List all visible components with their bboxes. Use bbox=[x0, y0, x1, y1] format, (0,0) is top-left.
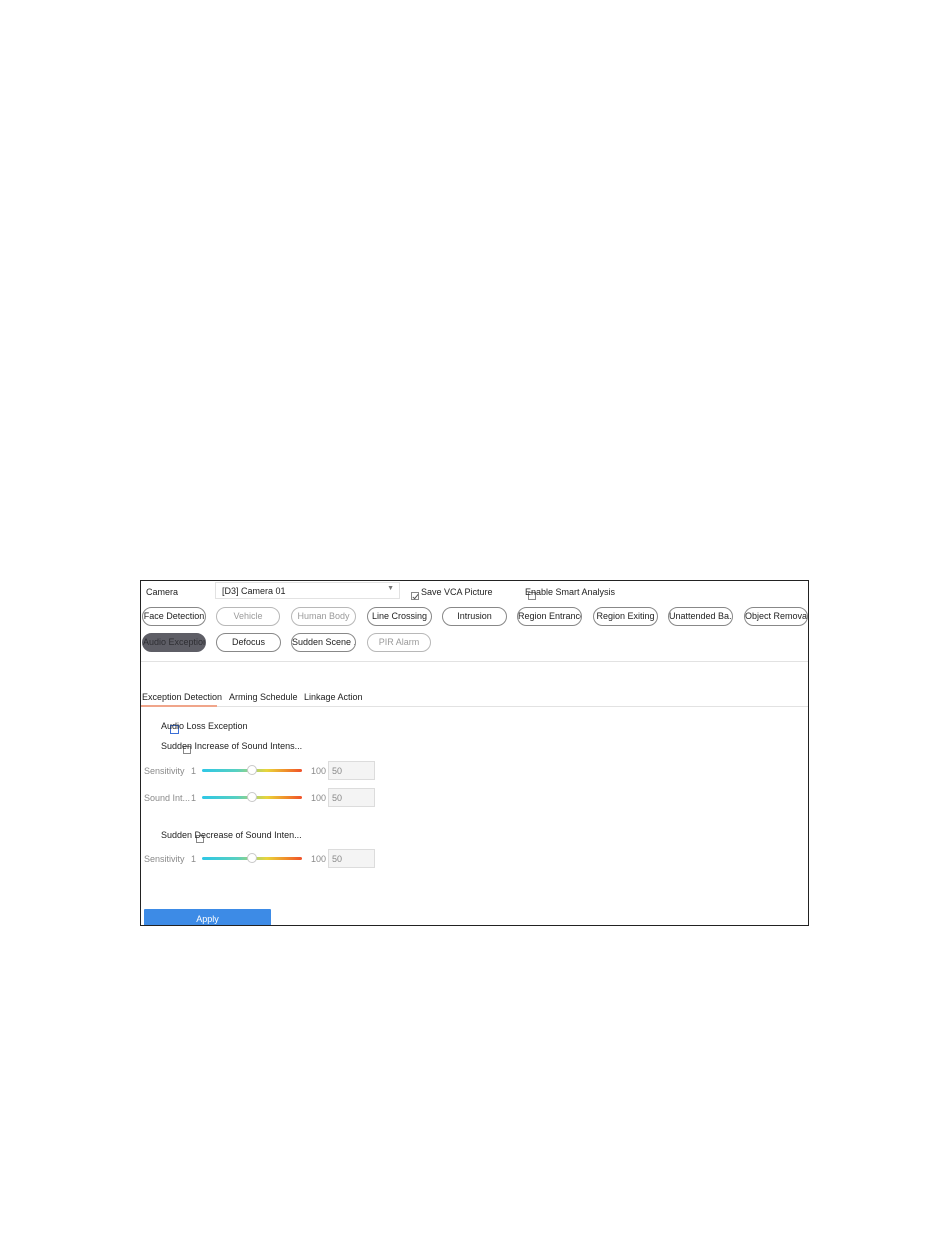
sound-intensity-min: 1 bbox=[191, 793, 197, 803]
sound-intensity-slider-thumb[interactable] bbox=[247, 792, 257, 802]
decrease-sensitivity-slider-thumb[interactable] bbox=[247, 853, 257, 863]
sensitivity-max: 100 bbox=[311, 766, 327, 776]
function-unattended-baggage[interactable]: Unattended Ba... bbox=[668, 607, 733, 626]
sensitivity-slider-thumb[interactable] bbox=[247, 765, 257, 775]
function-vehicle[interactable]: Vehicle bbox=[216, 607, 280, 626]
sensitivity-label: Sensitivity bbox=[144, 854, 185, 864]
function-region-exiting[interactable]: Region Exiting bbox=[593, 607, 658, 626]
sensitivity-label: Sensitivity bbox=[144, 766, 185, 776]
tab-divider bbox=[141, 706, 808, 707]
function-intrusion[interactable]: Intrusion bbox=[442, 607, 507, 626]
active-tab-indicator bbox=[141, 705, 217, 707]
function-line-crossing[interactable]: Line Crossing bbox=[367, 607, 432, 626]
function-object-removal[interactable]: Object Removal bbox=[744, 607, 808, 626]
camera-select-value: [D3] Camera 01 bbox=[222, 586, 286, 596]
tab-arming-schedule[interactable]: Arming Schedule bbox=[229, 692, 298, 702]
sensitivity-max: 100 bbox=[311, 854, 327, 864]
smart-analysis-label: Enable Smart Analysis bbox=[525, 587, 616, 597]
sudden-decrease-label: Sudden Decrease of Sound Inten... bbox=[161, 830, 302, 840]
sensitivity-min: 1 bbox=[191, 766, 197, 776]
function-face-detection[interactable]: Face Detection bbox=[142, 607, 206, 626]
sensitivity-min: 1 bbox=[191, 854, 197, 864]
function-region-entrance[interactable]: Region Entrance bbox=[517, 607, 582, 626]
tab-linkage-action[interactable]: Linkage Action bbox=[304, 692, 363, 702]
tab-exception-detection[interactable]: Exception Detection bbox=[142, 692, 222, 702]
sound-intensity-label: Sound Int... bbox=[144, 793, 191, 803]
save-vca-checkbox[interactable] bbox=[411, 592, 419, 600]
audio-loss-label: Audio Loss Exception bbox=[161, 721, 248, 731]
camera-label: Camera bbox=[146, 587, 179, 597]
function-defocus[interactable]: Defocus bbox=[216, 633, 281, 652]
function-pir-alarm[interactable]: PIR Alarm bbox=[367, 633, 431, 652]
save-vca-label: Save VCA Picture bbox=[421, 587, 493, 597]
smart-event-panel: Camera [D3] Camera 01 ▼ Save VCA Picture… bbox=[140, 580, 809, 926]
sensitivity-input[interactable]: 50 bbox=[328, 761, 375, 780]
divider bbox=[141, 661, 808, 662]
chevron-down-icon: ▼ bbox=[387, 585, 394, 592]
camera-select[interactable]: [D3] Camera 01 ▼ bbox=[215, 582, 400, 599]
sound-intensity-input[interactable]: 50 bbox=[328, 788, 375, 807]
sound-intensity-max: 100 bbox=[311, 793, 327, 803]
decrease-sensitivity-input[interactable]: 50 bbox=[328, 849, 375, 868]
apply-button[interactable]: Apply bbox=[144, 909, 271, 925]
function-human-body[interactable]: Human Body bbox=[291, 607, 356, 626]
sudden-increase-label: Sudden Increase of Sound Intens... bbox=[161, 741, 303, 751]
function-sudden-scene-change[interactable]: Sudden Scene ... bbox=[291, 633, 356, 652]
function-audio-exception[interactable]: Audio Exception bbox=[142, 633, 206, 652]
